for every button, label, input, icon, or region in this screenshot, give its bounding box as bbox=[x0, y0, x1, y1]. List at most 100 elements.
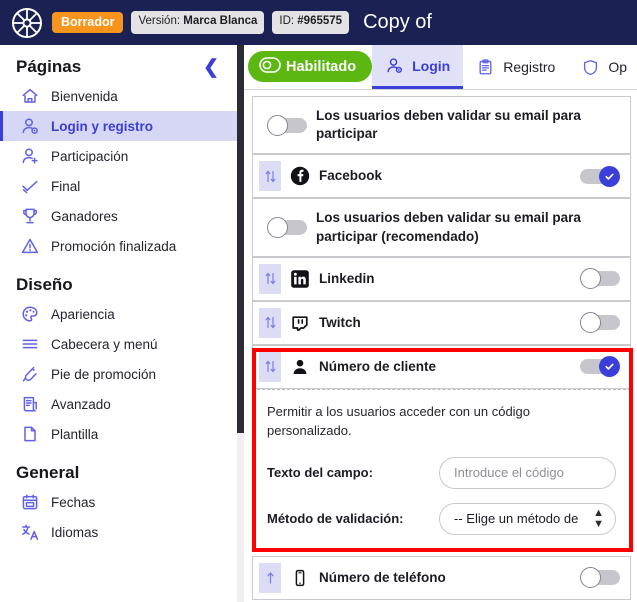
sidebar: Páginas ❮ Bienvenida Login y registro Pa… bbox=[0, 45, 237, 602]
sidebar-header: Páginas ❮ bbox=[0, 45, 237, 81]
linkedin-icon bbox=[290, 269, 310, 289]
sidebar-item-label: Plantilla bbox=[51, 426, 99, 442]
version-value: Marca Blanca bbox=[183, 15, 258, 28]
shield-icon bbox=[581, 58, 600, 77]
metodo-de-validacion-select[interactable]: -- Elige un método de ▲ ▼ bbox=[439, 502, 616, 535]
sidebar-item-login-y-registro[interactable]: Login y registro bbox=[0, 111, 237, 141]
toggle-validar-email-2[interactable] bbox=[267, 217, 307, 239]
list-item-label: Los usuarios deben validar su email para… bbox=[316, 108, 581, 142]
tab-habilitado[interactable]: Habilitado bbox=[248, 51, 373, 82]
sidebar-scrollbar[interactable] bbox=[237, 45, 244, 602]
drag-handle-icon[interactable] bbox=[259, 161, 281, 192]
field-texto-del-campo: Texto del campo: Introduce el código bbox=[267, 456, 616, 489]
toggle-linkedin[interactable] bbox=[580, 268, 620, 290]
toggle-twitch[interactable] bbox=[580, 312, 620, 334]
chevron-left-icon[interactable]: ❮ bbox=[203, 58, 219, 77]
warning-triangle-icon bbox=[20, 236, 40, 256]
numero-de-cliente-settings-panel: Permitir a los usuarios acceder con un c… bbox=[252, 388, 631, 552]
sidebar-item-pie-de-promocion[interactable]: Pie de promoción bbox=[0, 359, 237, 389]
sidebar-item-participacion[interactable]: Participación bbox=[0, 141, 237, 171]
input-placeholder: Introduce el código bbox=[454, 465, 564, 481]
sidebar-item-label: Login y registro bbox=[51, 118, 154, 134]
id-label: ID: bbox=[279, 15, 298, 28]
sidebar-item-idiomas[interactable]: Idiomas bbox=[0, 517, 237, 547]
wheel-logo-icon[interactable] bbox=[10, 6, 44, 40]
list-item[interactable]: Número de teléfono bbox=[252, 555, 631, 600]
page-title: Copy of bbox=[363, 11, 432, 33]
options-list: Los usuarios deben validar su email para… bbox=[244, 90, 637, 602]
panel-description: Permitir a los usuarios acceder con un c… bbox=[267, 403, 531, 439]
page-icon bbox=[20, 424, 40, 444]
sidebar-item-label: Ganadores bbox=[51, 208, 118, 224]
sidebar-item-plantilla[interactable]: Plantilla bbox=[0, 419, 237, 449]
drag-handle-icon[interactable] bbox=[259, 351, 281, 382]
toggle-facebook[interactable] bbox=[580, 165, 620, 187]
footer-icon bbox=[20, 364, 40, 384]
scroll-document-icon bbox=[20, 394, 40, 414]
texto-del-campo-input[interactable]: Introduce el código bbox=[439, 456, 616, 489]
user-add-icon bbox=[20, 146, 40, 166]
person-filled-icon bbox=[290, 357, 310, 377]
drag-handle-icon[interactable] bbox=[259, 307, 281, 338]
list-item-label: Twitch bbox=[319, 314, 361, 330]
list-item[interactable]: Linkedin bbox=[252, 256, 631, 301]
sidebar-item-label: Cabecera y menú bbox=[51, 336, 158, 352]
check-badge-icon bbox=[20, 176, 40, 196]
calendar-icon bbox=[20, 492, 40, 512]
sidebar-item-fechas[interactable]: Fechas bbox=[0, 487, 237, 517]
toggle-validar-email-1[interactable] bbox=[267, 114, 307, 136]
sidebar-item-apariencia[interactable]: Apariencia bbox=[0, 299, 237, 329]
field-metodo-de-validacion: Método de validación: -- Elige un método… bbox=[267, 502, 616, 535]
home-icon bbox=[20, 86, 40, 106]
sidebar-item-label: Apariencia bbox=[51, 306, 115, 322]
list-item[interactable]: Facebook bbox=[252, 154, 631, 199]
list-item-label: Los usuarios deben validar su email para… bbox=[316, 210, 581, 244]
tab-label: Registro bbox=[503, 59, 556, 75]
list-item[interactable]: Número de cliente bbox=[252, 344, 631, 389]
sidebar-item-label: Idiomas bbox=[51, 524, 99, 540]
tab-login[interactable]: Login bbox=[372, 45, 464, 89]
sidebar-scrollbar-thumb[interactable] bbox=[237, 45, 244, 433]
id-value: #965575 bbox=[297, 15, 343, 28]
list-item-label: Linkedin bbox=[319, 270, 375, 286]
arrow-up-icon[interactable] bbox=[259, 562, 281, 593]
drag-handle-icon[interactable] bbox=[259, 263, 281, 294]
sidebar-item-bienvenida[interactable]: Bienvenida bbox=[0, 81, 237, 111]
list-item[interactable]: Los usuarios deben validar su email para… bbox=[252, 96, 631, 155]
tab-registro[interactable]: Registro bbox=[463, 45, 568, 89]
sidebar-item-label: Final bbox=[51, 178, 81, 194]
sidebar-section-title-paginas: Páginas bbox=[16, 57, 82, 76]
menu-lines-icon bbox=[20, 334, 40, 354]
sidebar-item-ganadores[interactable]: Ganadores bbox=[0, 201, 237, 231]
facebook-icon bbox=[290, 166, 310, 186]
sidebar-section-title-general: General bbox=[16, 463, 80, 482]
sidebar-item-label: Avanzado bbox=[51, 396, 111, 412]
sidebar-item-label: Bienvenida bbox=[51, 88, 118, 104]
list-item-label: Número de teléfono bbox=[319, 569, 446, 585]
id-badge: ID: #965575 bbox=[272, 11, 350, 34]
list-item[interactable]: Los usuarios deben validar su email para… bbox=[252, 198, 631, 257]
tab-opciones[interactable]: Op bbox=[568, 45, 637, 89]
field-label: Método de validación: bbox=[267, 511, 404, 527]
toggle-numero-de-cliente[interactable] bbox=[580, 356, 620, 378]
sidebar-item-label: Fechas bbox=[51, 494, 96, 510]
app-root: Borrador Versión: Marca Blanca ID: #9655… bbox=[0, 0, 637, 602]
sidebar-item-final[interactable]: Final bbox=[0, 171, 237, 201]
sidebar-item-promocion-finalizada[interactable]: Promoción finalizada bbox=[0, 231, 237, 261]
palette-icon bbox=[20, 304, 40, 324]
user-login-icon bbox=[385, 56, 404, 75]
sidebar-item-label: Participación bbox=[51, 148, 129, 164]
field-label: Texto del campo: bbox=[267, 465, 373, 481]
chevron-updown-icon: ▲ ▼ bbox=[593, 506, 604, 530]
list-item-label: Número de cliente bbox=[319, 358, 437, 374]
main-panel: Habilitado Login Registro Op Los usuario… bbox=[244, 45, 637, 602]
top-bar: Borrador Versión: Marca Blanca ID: #9655… bbox=[0, 0, 637, 45]
sidebar-item-cabecera-y-menu[interactable]: Cabecera y menú bbox=[0, 329, 237, 359]
sidebar-item-avanzado[interactable]: Avanzado bbox=[0, 389, 237, 419]
tab-label: Habilitado bbox=[286, 58, 357, 75]
tab-label: Login bbox=[412, 57, 451, 74]
draft-status-badge: Borrador bbox=[52, 11, 124, 34]
list-item[interactable]: Twitch bbox=[252, 300, 631, 345]
toggle-numero-de-telefono[interactable] bbox=[580, 567, 620, 589]
select-value: -- Elige un método de bbox=[454, 511, 579, 527]
